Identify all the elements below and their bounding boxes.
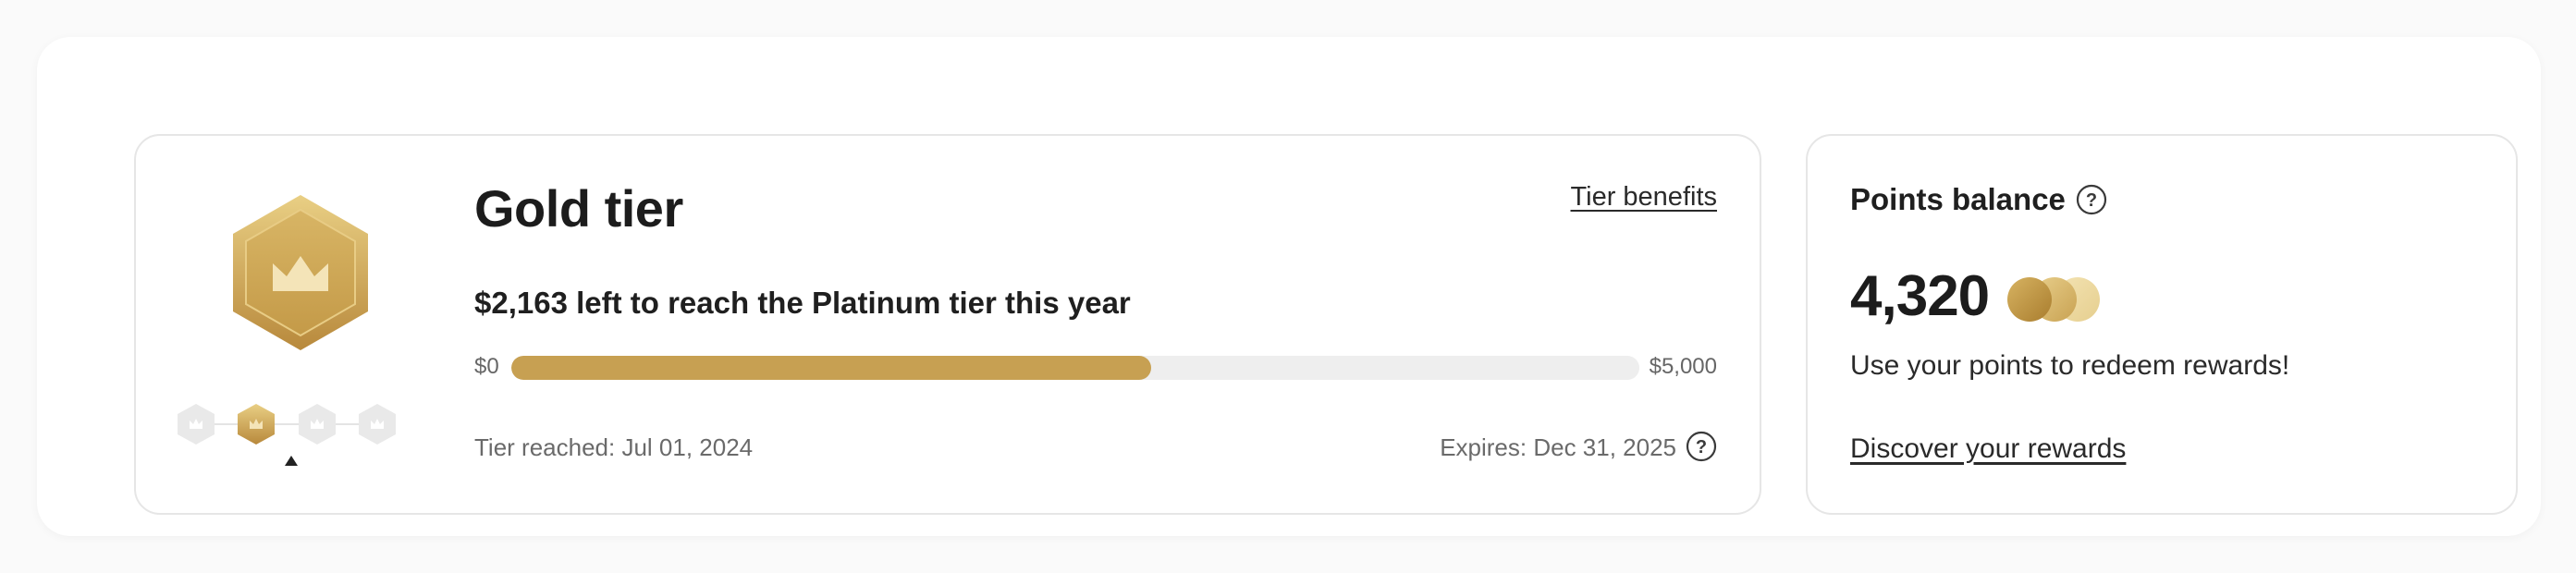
coins-icon [2007, 277, 2100, 322]
tier-progress-text: $2,163 left to reach the Platinum tier t… [474, 286, 1131, 320]
current-tier-marker-icon [285, 456, 298, 466]
points-description: Use your points to redeem rewards! [1850, 350, 2290, 381]
tier-benefits-link[interactable]: Tier benefits [1571, 182, 1718, 213]
points-card: Points balance ? 4,320 Use your points t… [1806, 134, 2518, 515]
tier-progress-fill [511, 356, 1152, 380]
tier-progress-bar [511, 356, 1639, 380]
progress-range-min: $0 [474, 354, 499, 379]
tier-steps [175, 396, 415, 466]
tier-expires-date: Expires: Dec 31, 2025 [1440, 433, 1676, 461]
gold-tier-badge-icon [233, 195, 368, 350]
tier-card: Gold tier Tier benefits $2,163 left to r… [134, 134, 1761, 515]
tier-step-1-icon [178, 404, 215, 445]
rewards-panel: Gold tier Tier benefits $2,163 left to r… [37, 37, 2541, 536]
tier-step-3-icon [299, 404, 336, 445]
points-balance-value: 4,320 [1850, 264, 1990, 328]
tier-title: Gold tier [474, 179, 683, 238]
svg-text:?: ? [1696, 437, 1707, 457]
points-balance-title: Points balance [1850, 182, 2066, 216]
tier-step-4-icon [359, 404, 396, 445]
expires-help-icon[interactable]: ? [1686, 431, 1717, 462]
svg-text:?: ? [2086, 190, 2097, 211]
tier-step-2-icon [238, 404, 275, 445]
tier-reached-date: Tier reached: Jul 01, 2024 [474, 433, 754, 461]
discover-rewards-link[interactable]: Discover your rewards [1850, 433, 2126, 465]
progress-range-max: $5,000 [1649, 354, 1717, 379]
points-help-icon[interactable]: ? [2076, 184, 2107, 215]
